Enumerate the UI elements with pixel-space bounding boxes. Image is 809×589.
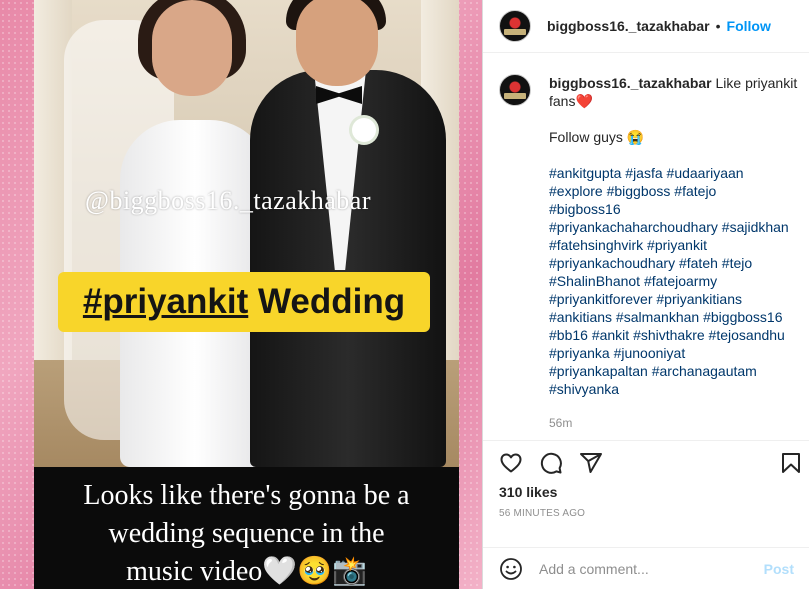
comment-bar: Post bbox=[483, 547, 809, 589]
headline-banner: #priyankit Wedding bbox=[58, 272, 430, 332]
bookmark-icon[interactable] bbox=[779, 451, 803, 475]
caption-line2: Follow guys 😭 bbox=[549, 129, 645, 145]
boutonniere bbox=[352, 118, 376, 142]
follow-button[interactable]: Follow bbox=[727, 18, 771, 34]
caption-row: biggboss16._tazakhabar Like priyankit fa… bbox=[499, 62, 799, 432]
post-media[interactable]: @biggboss16._tazakhabar #priyankit Weddi… bbox=[0, 0, 482, 589]
likes-count[interactable]: 310 likes bbox=[499, 484, 557, 500]
comment-input[interactable] bbox=[539, 560, 764, 577]
headline-hashtag: #priyankit bbox=[82, 282, 249, 321]
caption-avatar[interactable] bbox=[499, 74, 531, 106]
action-bar bbox=[483, 440, 809, 480]
header-username[interactable]: biggboss16._tazakhabar bbox=[547, 18, 710, 34]
caption-timestamp[interactable]: 56m bbox=[549, 414, 799, 432]
post-side-panel: biggboss16._tazakhabar • Follow biggboss… bbox=[482, 0, 809, 589]
image-caption-line: Looks like there's gonna be a bbox=[83, 480, 410, 511]
headline-word: Wedding bbox=[248, 282, 406, 321]
image-caption-box: Looks like there's gonna be a wedding se… bbox=[34, 467, 459, 589]
caption-first-line: biggboss16._tazakhabar Like priyankit fa… bbox=[549, 74, 799, 110]
groom-face bbox=[296, 0, 378, 86]
emoji-icon[interactable] bbox=[499, 557, 523, 581]
hashtag-line[interactable]: #shivyanka bbox=[549, 381, 619, 397]
hashtag-list: #ankitgupta #jasfa #udaariyaan #explore … bbox=[549, 164, 799, 398]
hashtag-line[interactable]: #ShalinBhanot #fatejoarmy bbox=[549, 273, 717, 289]
hashtag-line[interactable]: #priyankachaharchoudhary #sajidkhan bbox=[549, 219, 789, 235]
hashtag-line[interactable]: #priyanka #junooniyat bbox=[549, 345, 685, 361]
separator-dot: • bbox=[715, 18, 721, 34]
hashtag-line[interactable]: #explore #biggboss #fatejo bbox=[549, 183, 716, 199]
watermark-text: @biggboss16._tazakhabar bbox=[85, 186, 371, 215]
headline-text: #priyankit Wedding bbox=[83, 282, 405, 322]
caption-username[interactable]: biggboss16._tazakhabar bbox=[549, 75, 712, 91]
heart-icon[interactable] bbox=[499, 451, 523, 475]
image-caption-line: music video🤍🥹📸 bbox=[126, 556, 367, 587]
hashtag-line[interactable]: #ankitians #salmankhan #biggboss16 bbox=[549, 309, 783, 325]
share-icon[interactable] bbox=[579, 451, 603, 475]
avatar[interactable] bbox=[499, 10, 531, 42]
comment-icon[interactable] bbox=[539, 451, 563, 475]
hashtag-line[interactable]: #bigboss16 bbox=[549, 201, 621, 217]
hashtag-line[interactable]: #priyankitforever #priyankitians bbox=[549, 291, 742, 307]
hashtag-line[interactable]: #ankitgupta #jasfa #udaariyaan bbox=[549, 165, 744, 181]
caption-section: biggboss16._tazakhabar Like priyankit fa… bbox=[499, 62, 799, 432]
hashtag-line[interactable]: #priyankachoudhary #fateh #tejo bbox=[549, 255, 752, 271]
wedding-photo bbox=[34, 0, 459, 467]
post-button[interactable]: Post bbox=[764, 561, 794, 577]
bride-face bbox=[152, 0, 232, 96]
image-caption-line: wedding sequence in the bbox=[108, 518, 385, 549]
hashtag-line[interactable]: #bb16 #ankit #shivthakre #tejosandhu bbox=[549, 327, 785, 343]
post-header: biggboss16._tazakhabar • Follow bbox=[483, 0, 809, 53]
post-time[interactable]: 56 MINUTES AGO bbox=[499, 508, 585, 519]
hashtag-line[interactable]: #fatehsinghvirk #priyankit bbox=[549, 237, 707, 253]
hashtag-line[interactable]: #priyankapaltan #archanagautam bbox=[549, 363, 757, 379]
caption-body: biggboss16._tazakhabar Like priyankit fa… bbox=[549, 62, 799, 432]
